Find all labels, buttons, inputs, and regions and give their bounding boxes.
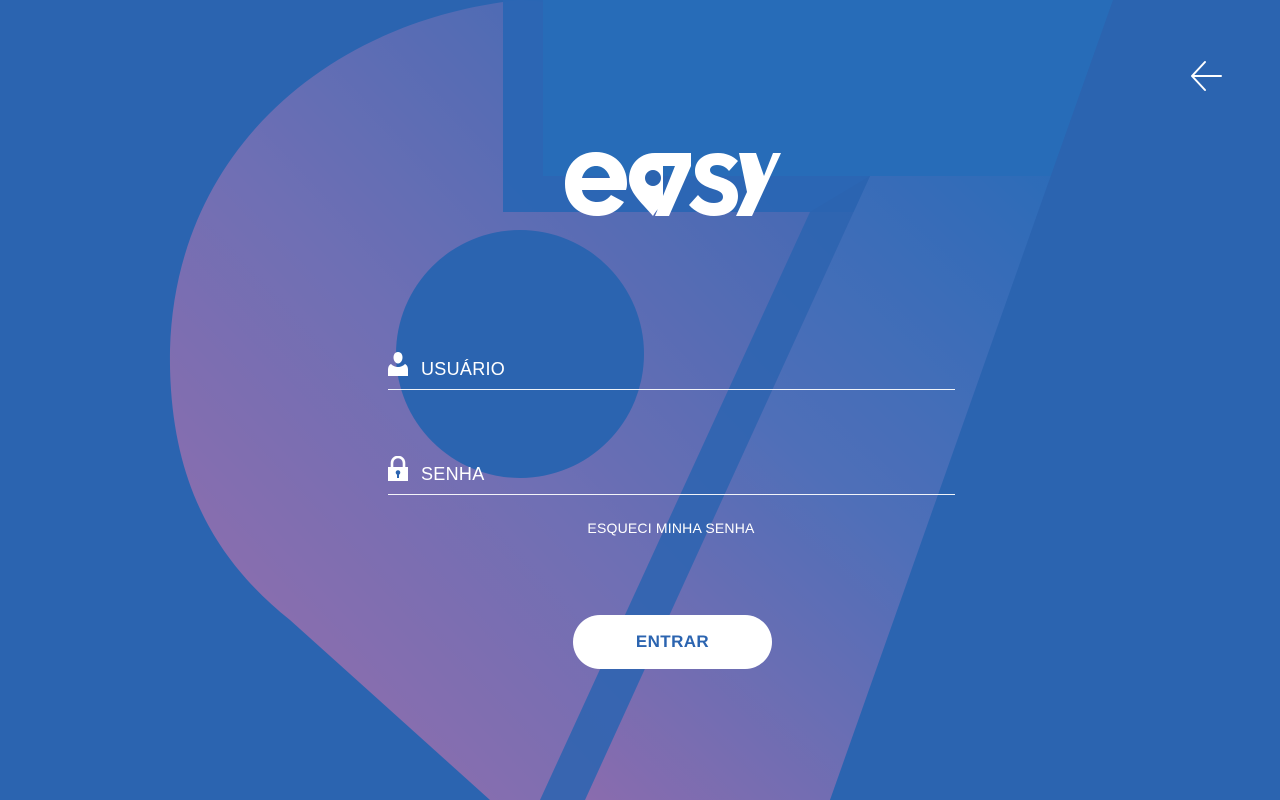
username-field-row bbox=[388, 349, 955, 390]
background-pin-artwork bbox=[0, 0, 1280, 800]
password-field-row bbox=[388, 454, 955, 495]
arrow-left-icon bbox=[1191, 61, 1222, 91]
password-input[interactable] bbox=[421, 460, 955, 488]
easy-logo bbox=[565, 152, 781, 216]
back-button[interactable] bbox=[1186, 56, 1226, 96]
login-screen: ESQUECI MINHA SENHA ENTRAR bbox=[0, 0, 1280, 800]
user-icon bbox=[388, 352, 408, 376]
login-button[interactable]: ENTRAR bbox=[573, 615, 772, 669]
lock-icon bbox=[388, 456, 408, 481]
forgot-password-link[interactable]: ESQUECI MINHA SENHA bbox=[540, 520, 802, 536]
username-input[interactable] bbox=[421, 355, 955, 383]
